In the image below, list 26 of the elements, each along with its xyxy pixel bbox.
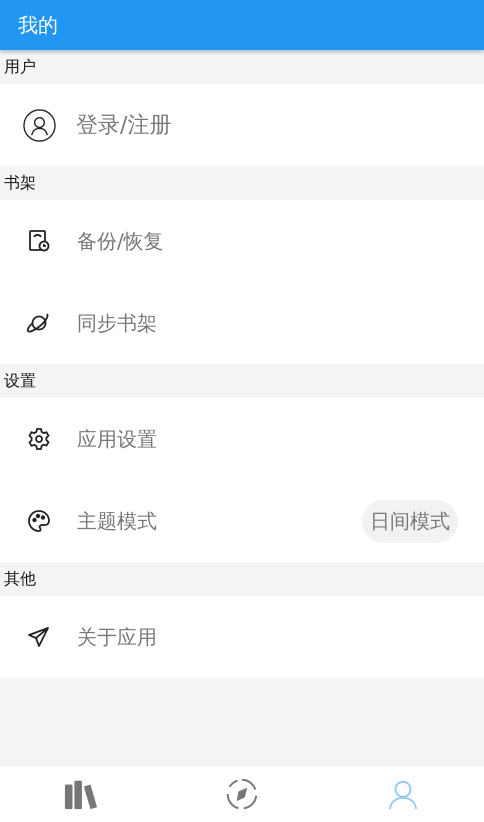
section-header: 设置: [3, 370, 37, 392]
user-circle-icon: [23, 108, 56, 142]
palette-icon: [27, 509, 51, 533]
settings-item[interactable]: 关于应用: [0, 596, 484, 678]
settings-item[interactable]: 备份/恢复: [0, 200, 484, 282]
settings-item[interactable]: 登录/注册: [0, 84, 484, 166]
section-header: 用户: [3, 56, 37, 78]
backup-icon: [27, 229, 51, 253]
settings-item[interactable]: 主题模式 日间模式: [0, 480, 484, 562]
theme-mode-chip[interactable]: 日间模式: [362, 500, 458, 542]
item-label: 备份/恢复: [77, 228, 165, 254]
item-label: 应用设置: [77, 426, 158, 452]
settings-item[interactable]: 应用设置: [0, 398, 484, 480]
item-label: 登录/注册: [76, 112, 172, 140]
section-header: 其他: [3, 568, 37, 590]
item-label: 主题模式: [77, 508, 158, 534]
item-label: 同步书架: [77, 310, 158, 336]
settings-item[interactable]: 同步书架: [0, 282, 484, 364]
compass-icon[interactable]: [224, 778, 259, 810]
page-title: 我的: [18, 12, 58, 38]
item-label: 关于应用: [77, 624, 158, 650]
paper-plane-icon: [27, 625, 51, 649]
settings-icon: [27, 427, 51, 451]
planet-icon: [27, 311, 51, 335]
section-header: 书架: [3, 172, 37, 194]
bookshelf-icon[interactable]: [64, 778, 98, 810]
